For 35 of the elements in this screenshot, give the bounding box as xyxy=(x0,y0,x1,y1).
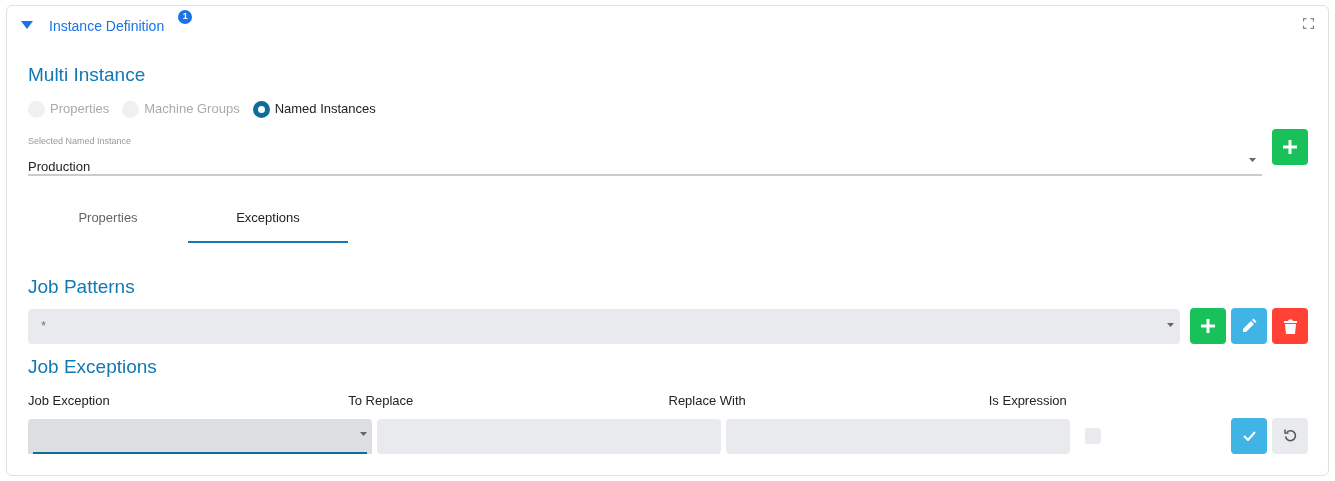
add-button[interactable] xyxy=(1190,308,1226,344)
field-value: * xyxy=(41,317,47,336)
delete-icon xyxy=(1283,318,1297,334)
undo-icon xyxy=(1282,428,1298,444)
select-field[interactable]: * xyxy=(28,308,1180,344)
column-header: To Replace xyxy=(348,392,415,410)
caret-icon[interactable] xyxy=(21,21,33,29)
delete-button[interactable] xyxy=(1272,308,1308,344)
caret-icon xyxy=(1167,322,1174,327)
add-icon xyxy=(1283,140,1297,154)
column-header: Replace With xyxy=(668,392,747,410)
panel-title: Instance Definition xyxy=(49,17,165,36)
field-value: Production xyxy=(28,157,91,176)
radio-option[interactable]: Named Instances xyxy=(252,99,376,119)
tab[interactable]: Exceptions xyxy=(188,199,348,243)
caret-icon xyxy=(1249,158,1256,162)
fullscreen-icon[interactable] xyxy=(1303,18,1314,29)
column-header: Is Expression xyxy=(988,392,1068,410)
caret-icon xyxy=(360,431,367,436)
edit-button[interactable] xyxy=(1231,308,1267,344)
add-icon xyxy=(1201,319,1215,333)
section-title: Job Patterns xyxy=(28,275,136,299)
section-title: Multi Instance xyxy=(28,63,147,87)
count-badge: 1 xyxy=(178,10,193,24)
add-button[interactable] xyxy=(1272,129,1308,165)
select-field[interactable] xyxy=(28,418,372,454)
undo-button[interactable] xyxy=(1272,418,1308,454)
select-field[interactable]: Selected Named Instance Production xyxy=(28,133,1262,176)
tab[interactable]: Properties xyxy=(28,199,188,243)
check-button[interactable] xyxy=(1231,418,1267,454)
section-title: Job Exceptions xyxy=(28,355,158,379)
column-header: Job Exception xyxy=(28,392,111,410)
check-icon xyxy=(1242,431,1256,441)
field-label: Selected Named Instance xyxy=(28,135,133,148)
edit-icon xyxy=(1241,318,1257,334)
